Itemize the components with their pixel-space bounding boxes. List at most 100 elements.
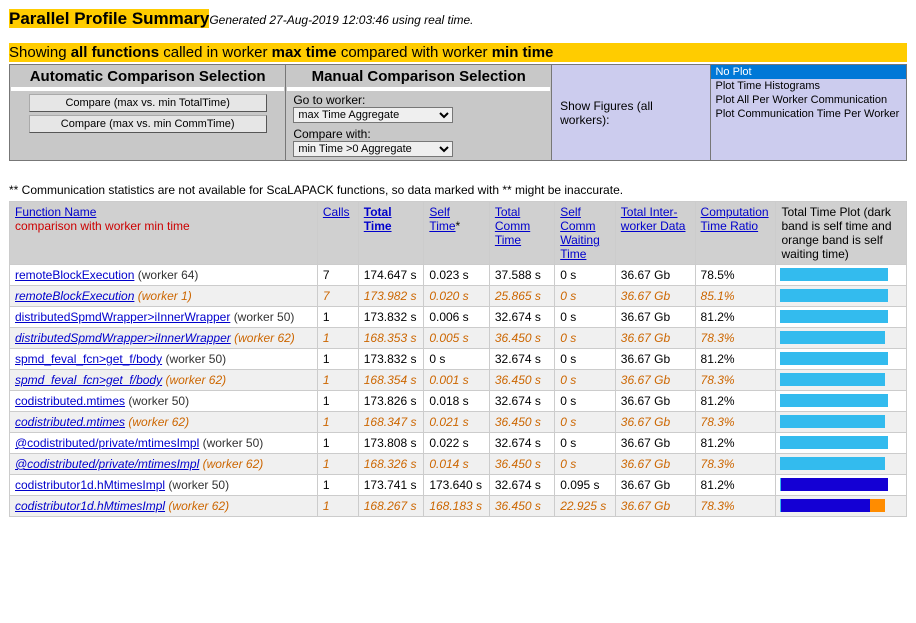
plot-option[interactable]: Plot Time Histograms <box>711 79 906 93</box>
total-time-cell: 168.267 s <box>358 496 424 517</box>
total-comm-cell: 36.450 s <box>489 412 554 433</box>
ratio-cell: 78.3% <box>695 412 776 433</box>
total-time-cell: 173.741 s <box>358 475 424 496</box>
function-link[interactable]: codistributor1d.hMtimesImpl <box>15 478 165 492</box>
self-wait-cell: 0 s <box>555 307 616 328</box>
compare-commtime-button[interactable]: Compare (max vs. min CommTime) <box>29 115 267 133</box>
self-wait-cell: 0 s <box>555 391 616 412</box>
table-row: distributedSpmdWrapper>iInnerWrapper (wo… <box>10 307 907 328</box>
total-comm-cell: 32.674 s <box>489 349 554 370</box>
col-ratio[interactable]: Computation Time Ratio <box>701 205 769 233</box>
table-row: spmd_feval_fcn>get_f/body (worker 62)116… <box>10 370 907 391</box>
function-link[interactable]: remoteBlockExecution <box>15 289 134 303</box>
plot-option[interactable]: No Plot <box>711 65 906 79</box>
calls-cell: 1 <box>317 349 358 370</box>
col-function-name[interactable]: Function Name <box>15 205 96 219</box>
function-link[interactable]: @codistributed/private/mtimesImpl <box>15 457 199 471</box>
worker-label: (worker 1) <box>138 289 192 303</box>
calls-cell: 1 <box>317 433 358 454</box>
interworker-cell: 36.67 Gb <box>615 370 695 391</box>
col-interworker[interactable]: Total Inter-worker Data <box>621 205 686 233</box>
time-plot-cell <box>776 265 907 286</box>
total-comm-cell: 25.865 s <box>489 286 554 307</box>
total-time-cell: 168.354 s <box>358 370 424 391</box>
self-time-cell: 173.640 s <box>424 475 490 496</box>
calls-cell: 1 <box>317 307 358 328</box>
ratio-cell: 81.2% <box>695 391 776 412</box>
self-time-cell: 0.018 s <box>424 391 490 412</box>
calls-cell: 7 <box>317 286 358 307</box>
col-calls[interactable]: Calls <box>323 205 350 219</box>
time-plot-cell <box>776 349 907 370</box>
compare-with-label: Compare with: <box>293 127 385 141</box>
show-figures-label: Show Figures (all workers): <box>552 65 711 161</box>
calls-cell: 7 <box>317 265 358 286</box>
interworker-cell: 36.67 Gb <box>615 286 695 307</box>
time-plot-cell <box>776 286 907 307</box>
total-time-cell: 173.832 s <box>358 307 424 328</box>
worker-label: (worker 62) <box>203 457 264 471</box>
ratio-cell: 81.2% <box>695 349 776 370</box>
self-time-cell: 0 s <box>424 349 490 370</box>
plot-options-list[interactable]: No PlotPlot Time HistogramsPlot All Per … <box>711 65 906 121</box>
col-self-time[interactable]: Self Time <box>429 205 455 233</box>
col-total-time[interactable]: Total Time <box>364 205 392 233</box>
plot-option[interactable]: Plot All Per Worker Communication <box>711 93 906 107</box>
function-link[interactable]: distributedSpmdWrapper>iInnerWrapper <box>15 310 230 324</box>
compare-totaltime-button[interactable]: Compare (max vs. min TotalTime) <box>29 94 267 112</box>
time-plot-cell <box>776 391 907 412</box>
self-wait-cell: 0 s <box>555 412 616 433</box>
goto-worker-select[interactable]: max Time Aggregate <box>293 107 453 123</box>
self-wait-cell: 0.095 s <box>555 475 616 496</box>
interworker-cell: 36.67 Gb <box>615 307 695 328</box>
time-plot-cell <box>776 328 907 349</box>
function-link[interactable]: spmd_feval_fcn>get_f/body <box>15 352 162 366</box>
plot-option[interactable]: Plot Communication Time Per Worker <box>711 107 906 121</box>
worker-label: (worker 50) <box>234 310 295 324</box>
worker-label: (worker 62) <box>168 499 229 513</box>
self-wait-cell: 22.925 s <box>555 496 616 517</box>
total-comm-cell: 36.450 s <box>489 370 554 391</box>
worker-label: (worker 62) <box>234 331 295 345</box>
calls-cell: 1 <box>317 328 358 349</box>
worker-label: (worker 50) <box>165 352 226 366</box>
total-comm-cell: 32.674 s <box>489 433 554 454</box>
worker-label: (worker 64) <box>138 268 199 282</box>
self-time-cell: 0.023 s <box>424 265 490 286</box>
time-plot-cell <box>776 412 907 433</box>
self-wait-cell: 0 s <box>555 454 616 475</box>
ratio-cell: 78.5% <box>695 265 776 286</box>
interworker-cell: 36.67 Gb <box>615 433 695 454</box>
time-plot-cell <box>776 475 907 496</box>
table-row: codistributor1d.hMtimesImpl (worker 62) 1… <box>10 496 907 517</box>
time-plot-cell <box>776 370 907 391</box>
calls-cell: 1 <box>317 496 358 517</box>
total-time-cell: 173.826 s <box>358 391 424 412</box>
col-total-comm[interactable]: Total Comm Time <box>495 205 530 247</box>
ratio-cell: 81.2% <box>695 433 776 454</box>
self-time-cell: 0.006 s <box>424 307 490 328</box>
function-link[interactable]: @codistributed/private/mtimesImpl <box>15 436 199 450</box>
time-plot-cell <box>776 496 907 517</box>
function-link[interactable]: codistributor1d.hMtimesImpl <box>15 499 165 513</box>
ratio-cell: 85.1% <box>695 286 776 307</box>
table-row: distributedSpmdWrapper>iInnerWrapper (wo… <box>10 328 907 349</box>
worker-label: (worker 62) <box>128 415 189 429</box>
generated-timestamp: Generated 27-Aug-2019 12:03:46 using rea… <box>209 13 473 27</box>
compare-with-select[interactable]: min Time >0 Aggregate <box>293 141 453 157</box>
worker-label: (worker 50) <box>203 436 264 450</box>
function-link[interactable]: codistributed.mtimes <box>15 415 125 429</box>
total-time-cell: 173.832 s <box>358 349 424 370</box>
interworker-cell: 36.67 Gb <box>615 454 695 475</box>
function-link[interactable]: spmd_feval_fcn>get_f/body <box>15 373 162 387</box>
ratio-cell: 78.3% <box>695 496 776 517</box>
total-time-cell: 168.353 s <box>358 328 424 349</box>
function-link[interactable]: distributedSpmdWrapper>iInnerWrapper <box>15 331 231 345</box>
ratio-cell: 78.3% <box>695 328 776 349</box>
function-link[interactable]: remoteBlockExecution <box>15 268 134 282</box>
interworker-cell: 36.67 Gb <box>615 412 695 433</box>
time-plot-cell <box>776 454 907 475</box>
col-self-wait[interactable]: Self Comm Waiting Time <box>560 205 600 261</box>
function-link[interactable]: codistributed.mtimes <box>15 394 125 408</box>
total-time-cell: 173.808 s <box>358 433 424 454</box>
